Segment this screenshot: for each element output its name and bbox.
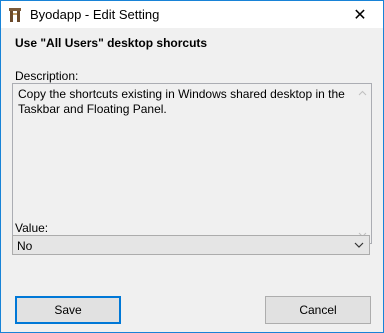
dialog-body: Use "All Users" desktop shorcuts Descrip… [1,28,383,332]
close-button[interactable]: ✕ [337,1,383,28]
scroll-up-button[interactable] [354,84,371,101]
description-text: Copy the shortcuts existing in Windows s… [18,87,345,116]
app-icon [9,7,21,22]
value-dropdown[interactable]: No [12,235,370,255]
description-textbox[interactable]: Copy the shortcuts existing in Windows s… [12,83,372,244]
close-icon: ✕ [353,6,367,24]
setting-heading: Use "All Users" desktop shorcuts [15,36,208,50]
window-title: Byodapp - Edit Setting [30,7,160,22]
chevron-up-icon [358,90,367,95]
value-label: Value: [15,221,49,235]
chevron-down-icon [354,242,364,248]
cancel-button[interactable]: Cancel [265,296,371,324]
description-label: Description: [15,69,79,83]
description-scrollbar[interactable] [354,84,371,243]
title-bar: Byodapp - Edit Setting ✕ [1,1,383,28]
value-dropdown-selected: No [17,239,33,253]
edit-setting-window: Byodapp - Edit Setting ✕ Use "All Users"… [0,0,384,333]
save-button[interactable]: Save [15,296,121,324]
